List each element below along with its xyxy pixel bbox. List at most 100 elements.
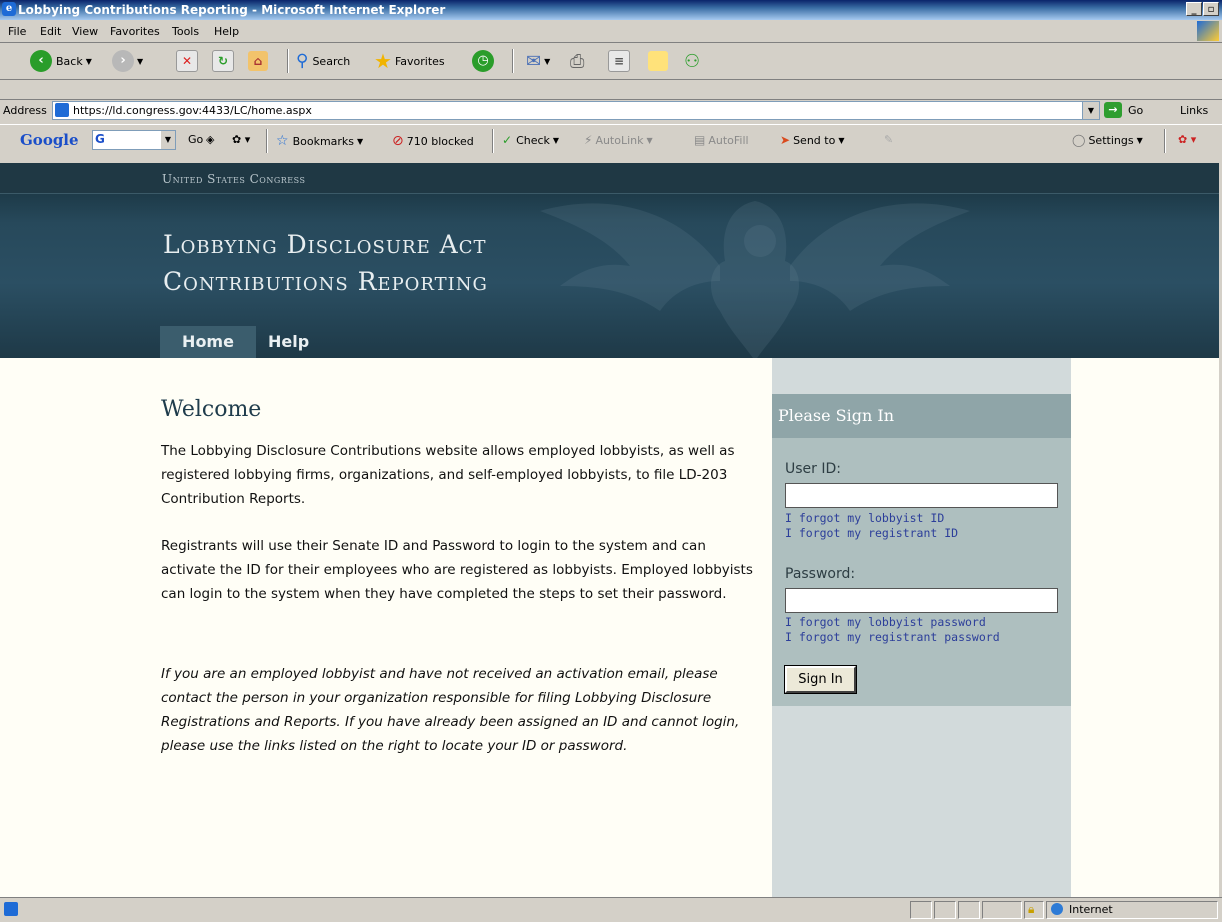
go-button[interactable]: → Go — [1104, 102, 1143, 118]
toolbar-separator — [287, 49, 289, 73]
chevron-down-icon: ▼ — [137, 56, 144, 66]
chevron-down-icon: ▼ — [357, 136, 364, 146]
autolink-button[interactable]: ⚡ AutoLink ▼ — [584, 133, 653, 147]
chevron-down-icon[interactable]: ▼ — [161, 131, 175, 149]
stop-button[interactable]: ✕ — [176, 49, 198, 73]
popup-blocker-button[interactable]: ⊘ 710 blocked — [392, 133, 474, 149]
forward-arrow-icon: › — [112, 50, 134, 72]
spellcheck-button[interactable]: ✓ Check ▼ — [502, 133, 559, 147]
home-button[interactable]: ⌂ — [248, 49, 268, 73]
status-cell — [934, 901, 956, 919]
address-input[interactable]: https://ld.congress.gov:4433/LC/home.asp… — [52, 101, 1100, 120]
bookmarks-button[interactable]: ☆ Bookmarks ▼ — [276, 133, 363, 149]
menu-tools[interactable]: Tools — [172, 25, 199, 38]
settings-label: Settings — [1088, 133, 1134, 147]
favorites-button[interactable]: ★ Favorites — [374, 49, 445, 73]
user-id-label: User ID: — [785, 461, 841, 477]
chevron-down-icon: ▼ — [544, 56, 551, 66]
refresh-button[interactable]: ↻ — [212, 49, 234, 73]
menu-bar: File Edit View Favorites Tools Help — [0, 20, 1222, 43]
forgot-lobbyist-password-link[interactable]: I forgot my lobbyist password — [785, 615, 986, 629]
chevron-down-icon: ▼ — [552, 135, 560, 145]
links-button[interactable]: Links — [1180, 104, 1208, 117]
sign-in-button[interactable]: Sign In — [785, 666, 856, 693]
send-to-label: Send to — [793, 133, 836, 147]
toolbar-separator — [492, 129, 494, 153]
bookmarks-label: Bookmarks — [292, 134, 355, 148]
menu-file[interactable]: File — [8, 25, 26, 38]
toolbar-spacer — [0, 80, 1222, 100]
chevron-down-icon: ▼ — [1136, 135, 1143, 145]
search-button[interactable]: ⚲ Search — [296, 49, 350, 73]
forgot-registrant-password-link[interactable]: I forgot my registrant password — [785, 630, 1000, 644]
nav-tab-home[interactable]: Home — [160, 326, 256, 358]
address-url: https://ld.congress.gov:4433/LC/home.asp… — [73, 104, 312, 117]
search-icon: ⚲ — [296, 51, 309, 71]
chevron-down-icon: ▼ — [646, 135, 653, 145]
send-to-button[interactable]: ➤ Send to ▼ — [780, 133, 844, 147]
password-input[interactable] — [785, 588, 1058, 613]
go-arrow-icon: → — [1104, 102, 1122, 118]
history-button[interactable]: ◷ — [472, 49, 494, 73]
registrant-paragraph: Registrants will use their Senate ID and… — [161, 538, 753, 602]
zone-label: Internet — [1069, 903, 1113, 916]
google-logo[interactable]: Google — [20, 131, 79, 149]
status-cell — [982, 901, 1022, 919]
settings-button[interactable]: ◯ Settings ▼ — [1072, 133, 1143, 147]
forgot-lobbyist-id-link[interactable]: I forgot my lobbyist ID — [785, 511, 944, 525]
messenger-button[interactable]: ⚇ — [684, 49, 700, 73]
back-button[interactable]: ‹ Back ▼ — [30, 49, 92, 73]
messenger-icon: ⚇ — [684, 50, 701, 72]
settings-icon: ◯ — [1072, 133, 1086, 147]
favorites-label: Favorites — [394, 54, 445, 68]
status-cell — [958, 901, 980, 919]
pagerank-icon[interactable]: ✿ ▾ — [232, 133, 250, 146]
toolbar-separator — [1164, 129, 1166, 153]
home-icon: ⌂ — [248, 51, 268, 71]
menu-edit[interactable]: Edit — [40, 25, 61, 38]
minimize-button[interactable]: _ — [1186, 2, 1202, 16]
notes-button[interactable] — [648, 49, 668, 73]
zone-cell: Internet — [1046, 901, 1218, 919]
menu-favorites[interactable]: Favorites — [110, 25, 160, 38]
google-go-button[interactable]: Go — [188, 133, 203, 146]
refresh-icon: ↻ — [212, 50, 234, 72]
congress-label: United States Congress — [162, 172, 306, 186]
send-icon: ➤ — [780, 133, 791, 147]
back-arrow-icon: ‹ — [30, 50, 52, 72]
page-title: Welcome — [161, 397, 262, 422]
menu-view[interactable]: View — [72, 25, 98, 38]
google-toolbar: Google G ▼ Go ◈ ✿ ▾ ☆ Bookmarks ▼ ⊘ 710 … — [0, 124, 1222, 156]
autofill-button[interactable]: ▤ AutoFill — [694, 133, 749, 147]
chevron-down-icon[interactable]: ▼ — [1082, 102, 1099, 119]
menu-help[interactable]: Help — [214, 25, 239, 38]
site-banner: United States Congress Lobbying Disclosu… — [0, 163, 1219, 358]
mail-icon: ✉ — [526, 50, 542, 72]
lock-icon: 🔒︎ — [1028, 902, 1035, 916]
status-cell — [910, 901, 932, 919]
spellcheck-icon: ✓ — [502, 133, 513, 147]
chrome-spacer — [0, 155, 1222, 163]
sign-in-box: Please Sign In User ID: I forgot my lobb… — [772, 394, 1071, 706]
print-button[interactable]: ⎙ — [570, 49, 584, 73]
forgot-registrant-id-link[interactable]: I forgot my registrant ID — [785, 526, 958, 540]
window-title: Lobbying Contributions Reporting - Micro… — [18, 3, 446, 17]
go-label: Go — [1128, 103, 1144, 117]
page-status-icon — [4, 902, 18, 916]
forward-button[interactable]: › ▼ — [112, 49, 143, 73]
nav-tab-help[interactable]: Help — [264, 326, 328, 358]
window-title-bar: e Lobbying Contributions Reporting - Mic… — [0, 0, 1222, 20]
google-search-input[interactable]: G ▼ — [92, 130, 176, 150]
toolbar-separator — [512, 49, 514, 73]
highlighter-icon[interactable]: ✎ — [884, 133, 893, 146]
star-icon: ★ — [374, 49, 392, 73]
translate-icon[interactable]: ✿ ▾ — [1178, 133, 1196, 146]
autofill-label: AutoFill — [708, 133, 749, 147]
up-icon[interactable]: ◈ — [206, 133, 214, 146]
edit-icon: ≡ — [608, 50, 630, 72]
restore-button[interactable]: ▫ — [1203, 2, 1219, 16]
mail-button[interactable]: ✉ ▼ — [526, 49, 550, 73]
edit-button[interactable]: ≡ — [608, 49, 630, 73]
toolbar-separator — [266, 129, 268, 153]
user-id-input[interactable] — [785, 483, 1058, 508]
